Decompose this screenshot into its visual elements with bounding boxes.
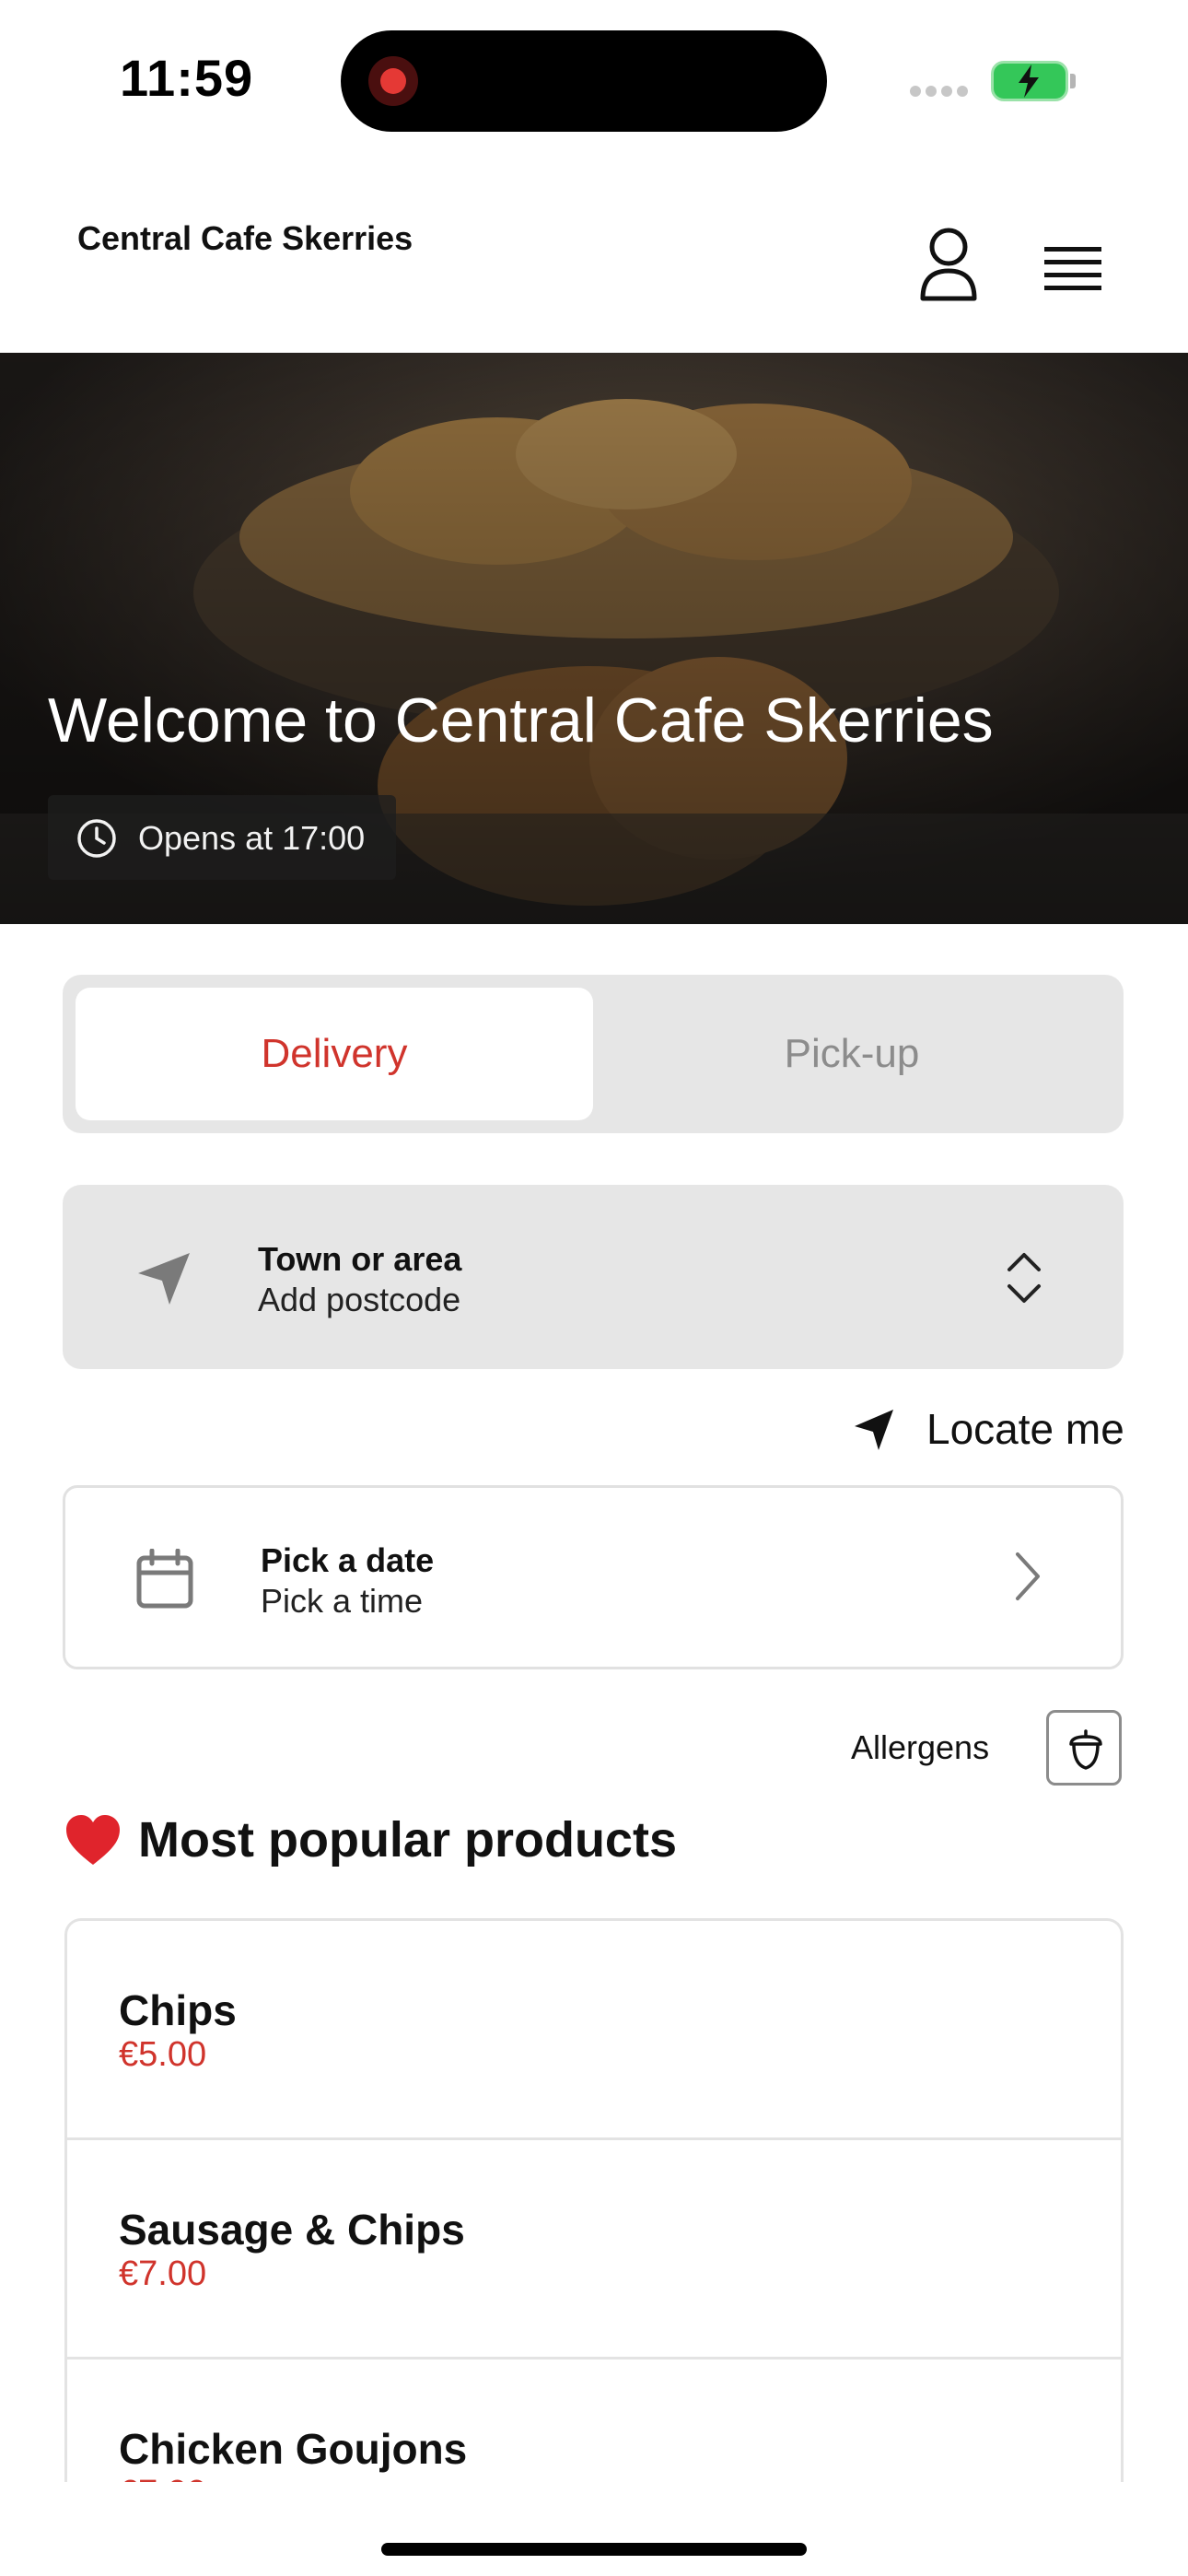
hero-title: Welcome to Central Cafe Skerries (48, 685, 994, 755)
location-arrow-icon (855, 1410, 893, 1450)
clock-icon (77, 819, 116, 858)
product-name: Sausage & Chips (119, 2206, 465, 2254)
allergens-label: Allergens (851, 1728, 990, 1766)
date-time-picker[interactable]: Pick a date Pick a time (63, 1485, 1124, 1669)
acorn-icon (1069, 1729, 1102, 1770)
tab-delivery[interactable]: Delivery (76, 988, 593, 1120)
heart-icon (66, 1815, 120, 1865)
recording-indicator-icon (368, 56, 418, 106)
product-name: Chips (119, 1986, 237, 2034)
product-item[interactable]: Chips €5.00 (67, 1921, 1121, 2140)
hamburger-menu-icon (1044, 247, 1101, 290)
battery-icon (991, 61, 1076, 101)
status-bar: 11:59 (0, 0, 1188, 157)
time-subtitle: Pick a time (261, 1582, 424, 1620)
opening-hours-text: Opens at 17:00 (138, 819, 366, 857)
product-item[interactable]: Sausage & Chips €7.00 (67, 2140, 1121, 2359)
tab-pickup[interactable]: Pick-up (593, 988, 1111, 1120)
locate-me-label: Locate me (926, 1405, 1124, 1453)
hero-banner: Welcome to Central Cafe Skerries Opens a… (0, 353, 1188, 924)
location-selector[interactable]: Town or area Add postcode (63, 1185, 1124, 1369)
product-item[interactable]: Chicken Goujons €7.00 (67, 2359, 1121, 2482)
status-time: 11:59 (120, 49, 254, 107)
order-mode-toggle: Delivery Pick-up (63, 975, 1124, 1133)
bottom-safe-area (0, 2482, 1188, 2576)
location-arrow-icon (138, 1253, 190, 1305)
allergens-button[interactable] (1046, 1710, 1122, 1786)
dynamic-island (341, 30, 827, 132)
chevron-right-icon (1016, 1552, 1040, 1600)
product-price: €7.00 (119, 2254, 207, 2293)
opening-hours-badge: Opens at 17:00 (48, 795, 396, 880)
popular-products-title: Most popular products (138, 1812, 677, 1868)
home-indicator[interactable] (381, 2543, 807, 2556)
account-button[interactable] (912, 221, 985, 304)
cellular-signal-icon (910, 85, 973, 98)
locate-me-button[interactable]: Locate me (853, 1400, 1129, 1456)
date-title: Pick a date (261, 1541, 435, 1579)
product-price: €7.00 (119, 2474, 206, 2482)
postcode-field[interactable]: Add postcode (258, 1281, 460, 1319)
menu-button[interactable] (1041, 221, 1105, 304)
product-list: Chips €5.00 Sausage & Chips €7.00 Chicke… (64, 1918, 1124, 2482)
chevron-up-down-icon (1007, 1253, 1041, 1303)
product-name: Chicken Goujons (119, 2425, 468, 2473)
location-title: Town or area (258, 1240, 462, 1278)
app-header: Central Cafe Skerries (0, 157, 1188, 353)
calendar-icon (136, 1549, 193, 1609)
product-price: €5.00 (119, 2035, 207, 2074)
brand-name[interactable]: Central Cafe Skerries (77, 219, 413, 258)
user-icon (920, 228, 977, 301)
